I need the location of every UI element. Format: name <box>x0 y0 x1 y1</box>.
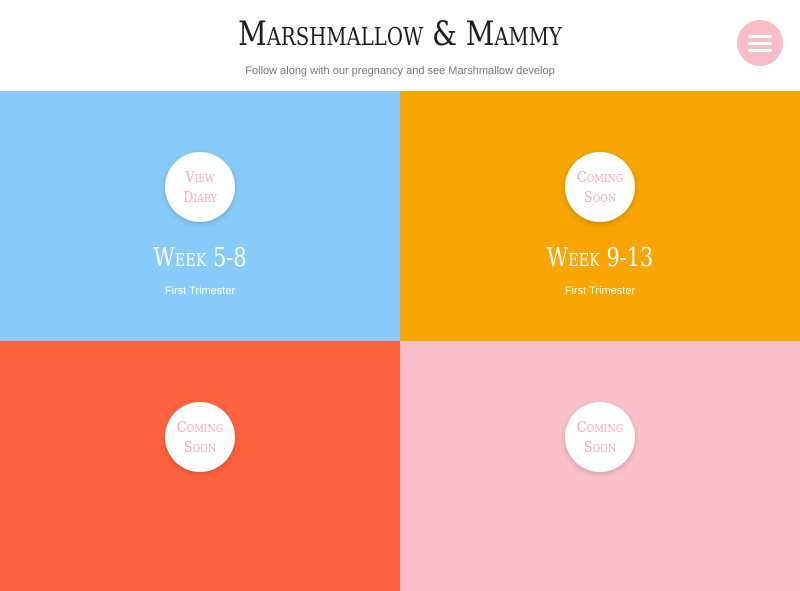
hamburger-icon-bar-bottom <box>748 49 772 52</box>
week-tile[interactable]: Coming Soon <box>400 341 800 591</box>
coming-soon-badge[interactable]: Coming Soon <box>565 402 635 472</box>
site-subtitle: Follow along with our pregnancy and see … <box>245 65 555 77</box>
badge-label: View Diary <box>183 168 217 206</box>
week-title: Week 9-13 <box>546 243 654 273</box>
trimester-label: First Trimester <box>164 285 236 297</box>
badge-label: Coming Soon <box>176 418 224 456</box>
coming-soon-badge[interactable]: Coming Soon <box>565 152 635 222</box>
badge-label: Coming Soon <box>576 418 624 456</box>
coming-soon-badge[interactable]: Coming Soon <box>165 402 235 472</box>
hamburger-icon-bar-top <box>748 35 772 38</box>
trimester-label: First Trimester <box>564 285 636 297</box>
site-header: Marshmallow & Mammy Follow along with ou… <box>0 0 800 91</box>
week-grid: View Diary Week 5-8 First Trimester Comi… <box>0 91 800 591</box>
menu-button[interactable] <box>737 20 783 66</box>
view-diary-button[interactable]: View Diary <box>165 152 235 222</box>
site-title[interactable]: Marshmallow & Mammy <box>72 14 728 54</box>
week-title: Week 5-8 <box>153 243 247 273</box>
week-tile[interactable]: Coming Soon <box>0 341 400 591</box>
week-tile[interactable]: Coming Soon Week 9-13 First Trimester <box>400 91 800 341</box>
badge-label: Coming Soon <box>576 168 624 206</box>
hamburger-icon-bar-middle <box>748 42 772 45</box>
week-tile[interactable]: View Diary Week 5-8 First Trimester <box>0 91 400 341</box>
